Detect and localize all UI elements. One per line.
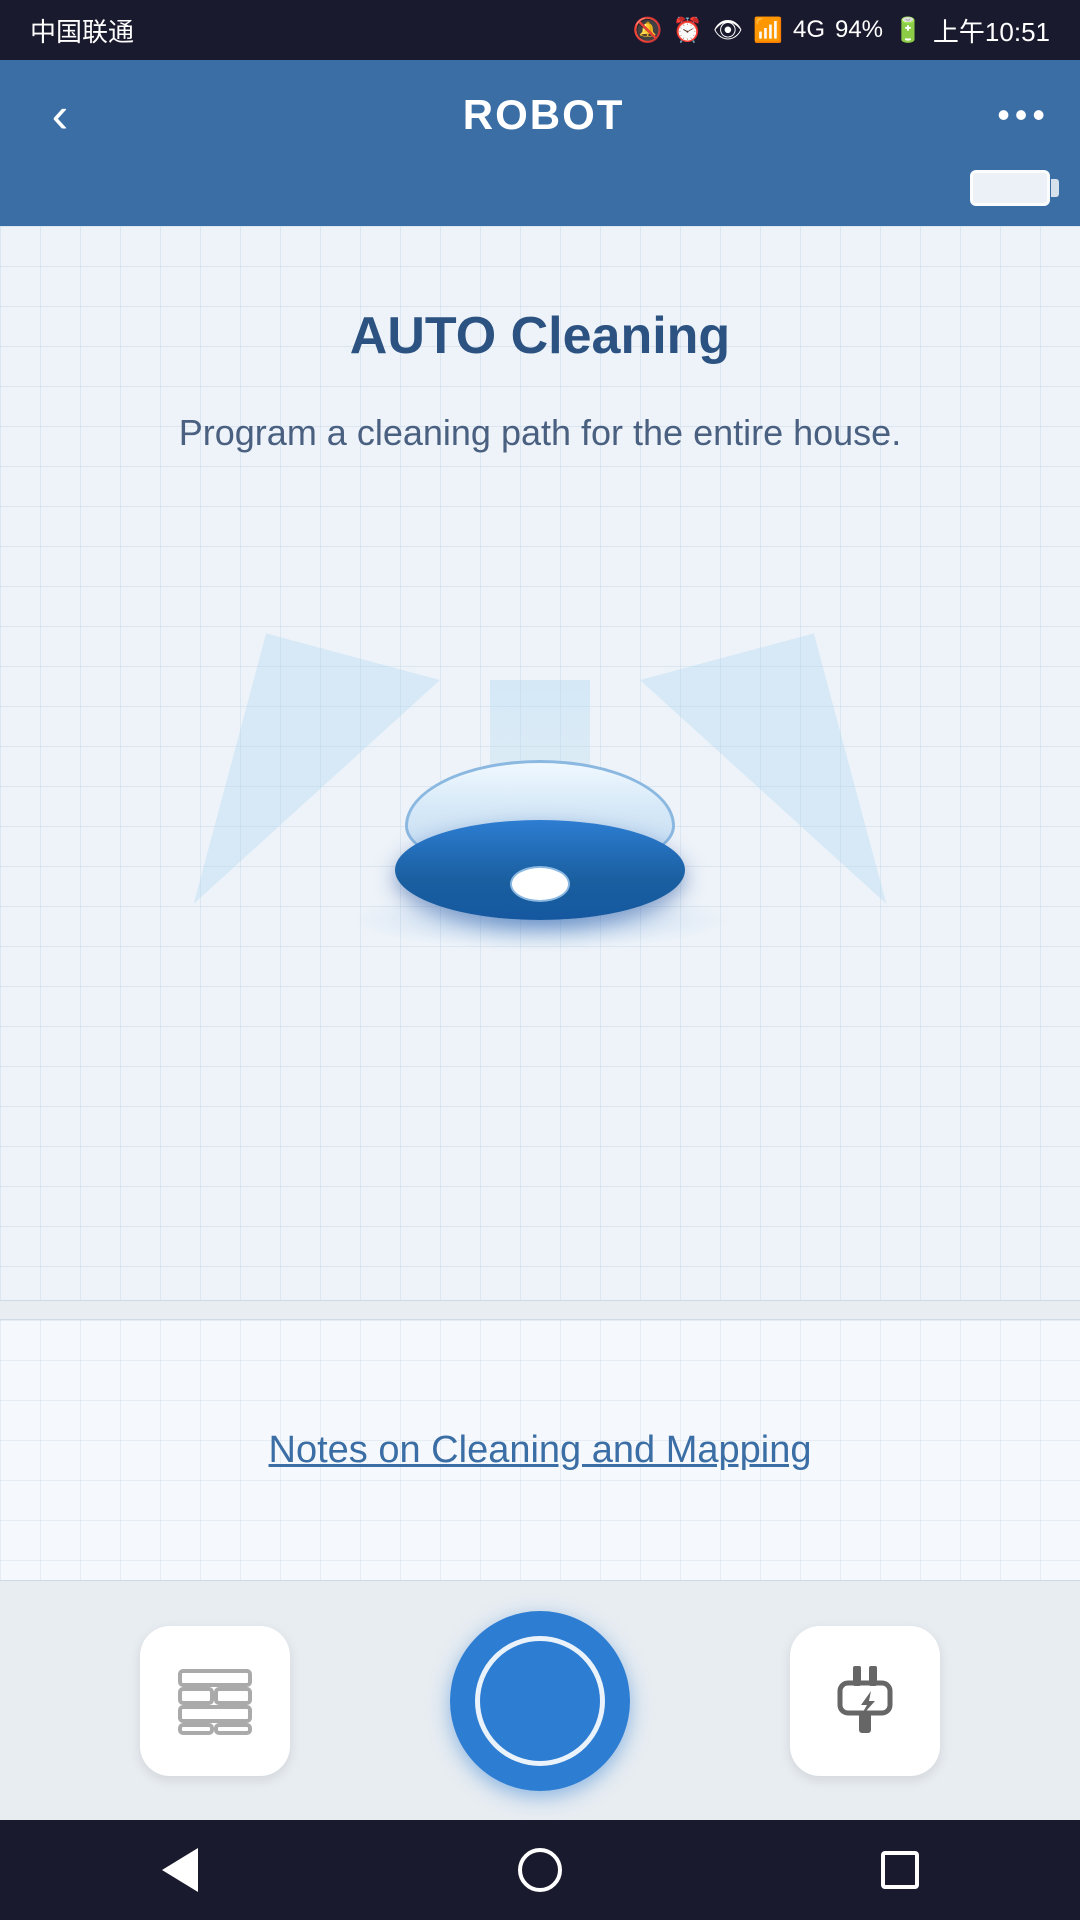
robot-battery-indicator: [970, 170, 1050, 206]
nav-top-row: ‹ ROBOT •••: [0, 60, 1080, 170]
back-triangle-icon: [162, 1848, 198, 1892]
main-content: AUTO Cleaning Program a cleaning path fo…: [0, 226, 1080, 1580]
carrier-text: 中国联通: [30, 12, 134, 49]
eye-icon: 👁: [713, 16, 743, 45]
time-display: 上午10:51: [933, 12, 1050, 49]
status-icons: 🔕 ⏰ 👁 📶 4G 94% 🔋 上午10:51: [633, 12, 1050, 49]
robot-center-button: [510, 866, 570, 902]
android-recent-button[interactable]: [860, 1840, 940, 1900]
robot-illustration: [240, 560, 840, 980]
start-button-inner-ring: [475, 1636, 605, 1766]
charge-icon: [825, 1661, 905, 1741]
android-back-button[interactable]: [140, 1840, 220, 1900]
battery-percent: 94%: [835, 16, 883, 44]
section-divider: [0, 1300, 1080, 1320]
start-cleaning-button[interactable]: [450, 1611, 630, 1791]
back-button[interactable]: ‹: [30, 86, 90, 144]
auto-cleaning-title: AUTO Cleaning: [350, 306, 730, 366]
battery-icon: 🔋: [893, 16, 923, 45]
notes-cleaning-mapping-link[interactable]: Notes on Cleaning and Mapping: [269, 1429, 812, 1472]
map-icon: [175, 1666, 255, 1736]
auto-cleaning-description: Program a cleaning path for the entire h…: [119, 406, 961, 460]
signal-text: 4G: [793, 16, 825, 44]
wifi-icon: 📶: [753, 16, 783, 45]
top-section: AUTO Cleaning Program a cleaning path fo…: [0, 226, 1080, 1300]
action-bar: [0, 1580, 1080, 1820]
nav-battery-row: [0, 170, 1080, 226]
home-circle-icon: [518, 1848, 562, 1892]
map-button[interactable]: [140, 1626, 290, 1776]
robot-disc: [395, 820, 685, 920]
android-home-button[interactable]: [500, 1840, 580, 1900]
recent-square-icon: [881, 1851, 919, 1889]
nav-bar: ‹ ROBOT •••: [0, 60, 1080, 226]
robot-body: [390, 760, 690, 920]
more-options-button[interactable]: •••: [997, 94, 1050, 136]
charge-button[interactable]: [790, 1626, 940, 1776]
status-bar: 中国联通 🔕 ⏰ 👁 📶 4G 94% 🔋 上午10:51: [0, 0, 1080, 60]
alarm-icon: ⏰: [673, 16, 703, 45]
bottom-section: Notes on Cleaning and Mapping: [0, 1320, 1080, 1580]
notification-icon: 🔕: [633, 16, 663, 45]
android-nav-bar: [0, 1820, 1080, 1920]
page-title: ROBOT: [463, 91, 625, 139]
